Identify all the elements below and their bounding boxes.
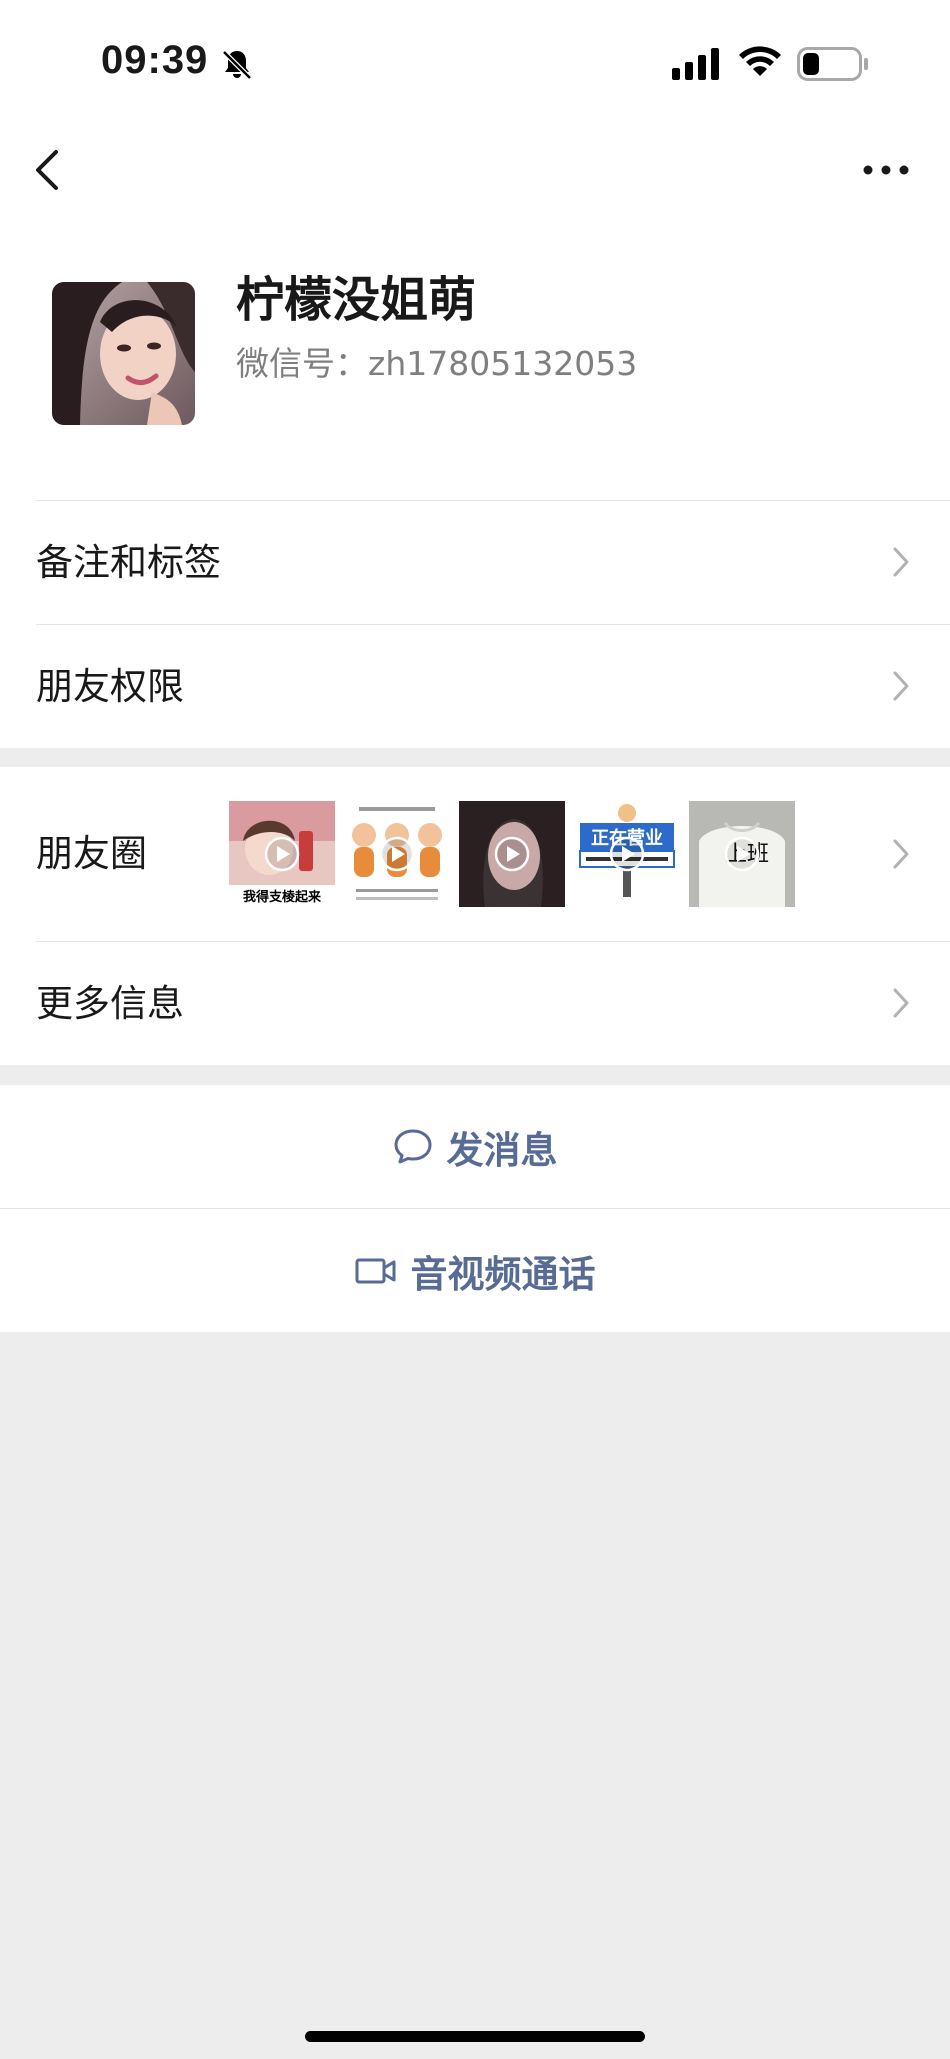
profile-header: 柠檬没姐萌 微信号：zh17805132053: [0, 270, 950, 440]
profile-nickname: 柠檬没姐萌: [236, 272, 477, 328]
section-gap: [0, 748, 950, 767]
remarks-and-tags-label: 备注和标签: [36, 541, 221, 584]
back-arrow-icon[interactable]: [30, 144, 70, 196]
section-gap: [0, 1065, 950, 1085]
moments-thumbnail[interactable]: 上班: [689, 801, 795, 907]
moments-thumbnail[interactable]: 我得支棱起来: [229, 801, 335, 907]
chevron-right-icon: [893, 547, 909, 577]
chevron-right-icon: [893, 839, 909, 869]
video-call-button[interactable]: 音视频通话: [0, 1209, 950, 1332]
moments-row[interactable]: 朋友圈 我得支棱起来: [0, 767, 950, 941]
wechat-id: 微信号：zh17805132053: [236, 344, 638, 383]
wifi-icon: [739, 46, 781, 76]
bell-mute-icon: [222, 50, 252, 80]
remarks-and-tags-row[interactable]: 备注和标签: [0, 501, 950, 624]
send-message-label: 发消息: [446, 1128, 558, 1172]
home-indicator[interactable]: [305, 2031, 645, 2042]
moments-thumbnail[interactable]: 正在营业: [574, 801, 680, 907]
empty-area: [0, 1332, 950, 2059]
nav-bar: [0, 130, 950, 210]
send-message-button[interactable]: 发消息: [0, 1085, 950, 1208]
more-info-label: 更多信息: [36, 982, 184, 1025]
moments-thumbnail[interactable]: [344, 801, 450, 907]
cellular-signal-icon: [672, 48, 719, 80]
chevron-right-icon: [893, 988, 909, 1018]
chevron-right-icon: [893, 671, 909, 701]
friend-permissions-row[interactable]: 朋友权限: [0, 625, 950, 748]
moments-label: 朋友圈: [36, 832, 147, 875]
chat-bubble-icon: [394, 1129, 431, 1163]
more-info-row[interactable]: 更多信息: [0, 942, 950, 1065]
video-camera-icon: [355, 1258, 395, 1283]
avatar[interactable]: [52, 282, 195, 425]
video-call-label: 音视频通话: [410, 1252, 596, 1296]
status-time: 09:39: [101, 38, 209, 82]
friend-permissions-label: 朋友权限: [36, 665, 184, 708]
status-bar: 09:39: [0, 0, 950, 120]
more-options-icon[interactable]: [862, 158, 910, 182]
moments-thumb-caption: 我得支棱起来: [243, 889, 322, 905]
moments-thumbnail[interactable]: [459, 801, 565, 907]
battery-icon: [797, 47, 868, 81]
